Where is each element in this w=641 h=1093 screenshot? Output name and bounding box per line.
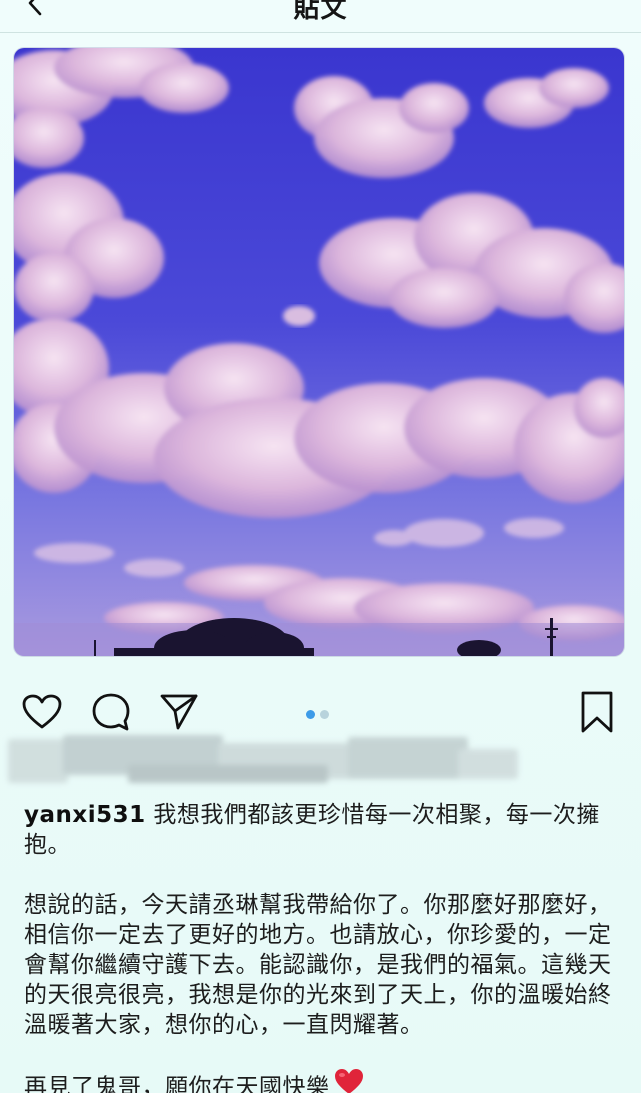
page-title: 貼文 (293, 0, 348, 24)
heart-icon (22, 694, 62, 729)
caption-farewell-text: 再見了鬼哥，願你在天國快樂 (24, 1074, 330, 1093)
like-button[interactable] (20, 690, 64, 734)
caption-first-paragraph: yanxi531 我想我們都該更珍惜每一次相聚，每一次擁抱。 (24, 800, 616, 860)
action-bar (0, 690, 641, 738)
bookmark-icon (581, 691, 613, 733)
caption-username[interactable]: yanxi531 (24, 802, 146, 828)
save-button[interactable] (575, 690, 619, 734)
comment-button[interactable] (89, 690, 133, 734)
top-header: 貼文 (0, 0, 641, 33)
post-image[interactable] (14, 48, 624, 656)
post-page: 貼文 yanxi531 我想我們都該更珍惜每一次相聚，每一次擁抱。 想說的話，今… (0, 0, 641, 1093)
carousel-indicator (306, 710, 329, 719)
blurred-liked-by (8, 735, 520, 789)
heart-emoji-icon (334, 1068, 364, 1093)
share-button[interactable] (157, 690, 201, 734)
post-caption: yanxi531 我想我們都該更珍惜每一次相聚，每一次擁抱。 想說的話，今天請丞… (24, 800, 616, 1093)
comment-icon (92, 693, 130, 731)
caption-paragraph-2: 想說的話，今天請丞琳幫我帶給你了。你那麼好那麼好，相信你一定去了更好的地方。也請… (24, 892, 612, 1038)
carousel-dot-active (306, 710, 315, 719)
caption-paragraph-3: 再見了鬼哥，願你在天國快樂 (24, 1068, 616, 1093)
share-icon (160, 694, 198, 730)
carousel-dot (320, 710, 329, 719)
